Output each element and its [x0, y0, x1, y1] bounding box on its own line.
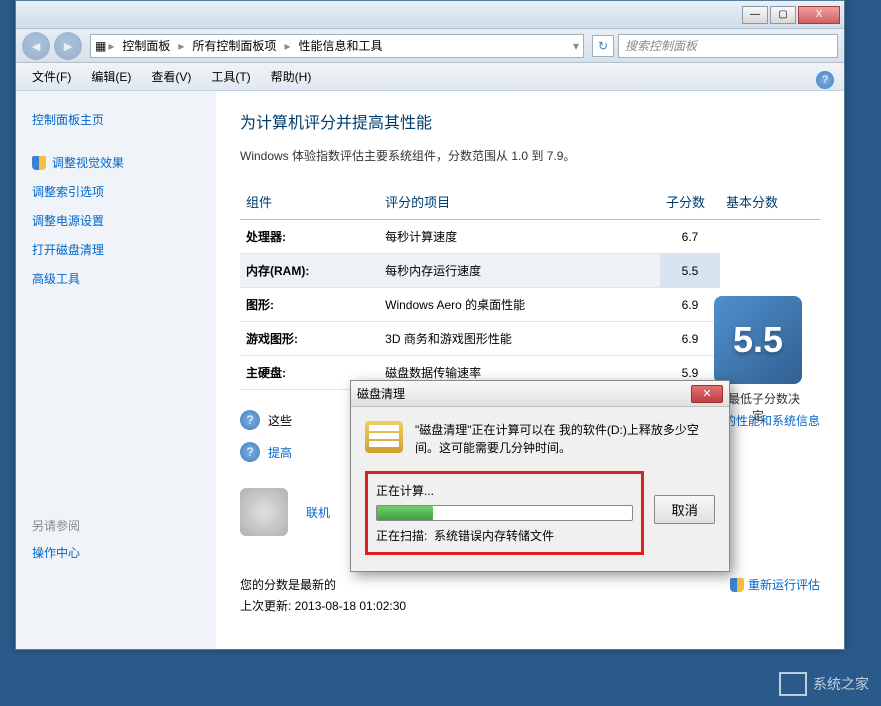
dialog-titlebar: 磁盘清理 ✕ [351, 381, 729, 407]
disk-cleanup-icon [365, 421, 403, 453]
calculating-label: 正在计算... [376, 482, 633, 499]
question-icon: ? [240, 442, 260, 462]
dialog-title: 磁盘清理 [357, 385, 405, 402]
chevron-right-icon: ▸ [284, 39, 290, 53]
score-status: 您的分数是最新的 [240, 576, 336, 593]
refresh-button[interactable]: ↻ [592, 35, 614, 57]
page-title: 为计算机评分并提高其性能 [240, 109, 820, 133]
sidebar: 控制面板主页 调整视觉效果 调整索引选项 调整电源设置 打开磁盘清理 高级工具 … [16, 91, 216, 649]
chevron-right-icon: ▸ [108, 39, 114, 53]
search-input[interactable]: 搜索控制面板 [618, 34, 838, 58]
sidebar-item-power[interactable]: 调整电源设置 [32, 206, 200, 235]
dialog-message: "磁盘清理"正在计算可以在 我的软件(D:)上释放多少空间。这可能需要几分钟时间… [415, 421, 715, 457]
menubar: 文件(F) 编辑(E) 查看(V) 工具(T) 帮助(H) [16, 63, 844, 91]
scanning-status: 正在扫描: 系统错误内存转储文件 [376, 527, 633, 544]
last-update: 上次更新: 2013-08-18 01:02:30 [240, 597, 820, 614]
progress-highlight-box: 正在计算... 正在扫描: 系统错误内存转储文件 [365, 471, 644, 555]
shield-icon [730, 578, 744, 592]
col-subscore: 子分数 [660, 184, 720, 220]
sidebar-item-visual-effects[interactable]: 调整视觉效果 [32, 148, 200, 177]
watermark: 系统之家 [779, 672, 869, 696]
nav-back-button[interactable]: ◄ [22, 32, 50, 60]
watermark-icon [779, 672, 807, 696]
software-icon [240, 488, 288, 536]
chevron-down-icon[interactable]: ▾ [573, 39, 579, 53]
online-link[interactable]: 联机 [306, 504, 330, 521]
disk-cleanup-dialog: 磁盘清理 ✕ "磁盘清理"正在计算可以在 我的软件(D:)上释放多少空间。这可能… [350, 380, 730, 572]
breadcrumb-item[interactable]: 所有控制面板项 [186, 35, 282, 56]
sidebar-item-indexing[interactable]: 调整索引选项 [32, 177, 200, 206]
titlebar: — ▢ X [16, 1, 844, 29]
maximize-button[interactable]: ▢ [770, 6, 796, 24]
sidebar-item-advanced[interactable]: 高级工具 [32, 264, 200, 293]
breadcrumb-item[interactable]: 控制面板 [116, 35, 176, 56]
sidebar-home-link[interactable]: 控制面板主页 [32, 105, 200, 134]
table-row: 处理器:每秒计算速度6.7 [240, 220, 820, 254]
improve-link[interactable]: 提高 [268, 444, 292, 461]
sidebar-item-action-center[interactable]: 操作中心 [32, 538, 200, 567]
base-score-value: 5.5 [714, 296, 802, 384]
footer: 您的分数是最新的 重新运行评估 上次更新: 2013-08-18 01:02:3… [240, 572, 820, 614]
progress-bar [376, 505, 633, 521]
menu-help[interactable]: 帮助(H) [263, 64, 320, 89]
menu-tools[interactable]: 工具(T) [203, 64, 258, 89]
question-icon: ? [240, 410, 260, 430]
col-basescore: 基本分数 [720, 184, 820, 220]
menu-edit[interactable]: 编辑(E) [83, 64, 139, 89]
rerun-assessment-link[interactable]: 重新运行评估 [730, 576, 820, 593]
dialog-close-button[interactable]: ✕ [691, 385, 723, 403]
sidebar-item-disk-cleanup[interactable]: 打开磁盘清理 [32, 235, 200, 264]
progress-fill [377, 506, 433, 520]
cancel-button[interactable]: 取消 [654, 495, 715, 524]
menu-file[interactable]: 文件(F) [24, 64, 79, 89]
col-item: 评分的项目 [379, 184, 660, 220]
page-description: Windows 体验指数评估主要系统组件，分数范围从 1.0 到 7.9。 [240, 147, 820, 164]
folder-icon: ▦ [95, 39, 106, 53]
minimize-button[interactable]: — [742, 6, 768, 24]
breadcrumb[interactable]: ▦ ▸ 控制面板 ▸ 所有控制面板项 ▸ 性能信息和工具 ▾ [90, 34, 584, 58]
navigation-bar: ◄ ► ▦ ▸ 控制面板 ▸ 所有控制面板项 ▸ 性能信息和工具 ▾ ↻ 搜索控… [16, 29, 844, 63]
shield-icon [32, 156, 46, 170]
nav-forward-button[interactable]: ► [54, 32, 82, 60]
breadcrumb-item[interactable]: 性能信息和工具 [292, 35, 388, 56]
close-button[interactable]: X [798, 6, 840, 24]
col-component: 组件 [240, 184, 379, 220]
help-icon[interactable]: ? [816, 71, 834, 89]
menu-view[interactable]: 查看(V) [143, 64, 199, 89]
see-also-label: 另请参阅 [32, 513, 200, 538]
chevron-right-icon: ▸ [178, 39, 184, 53]
